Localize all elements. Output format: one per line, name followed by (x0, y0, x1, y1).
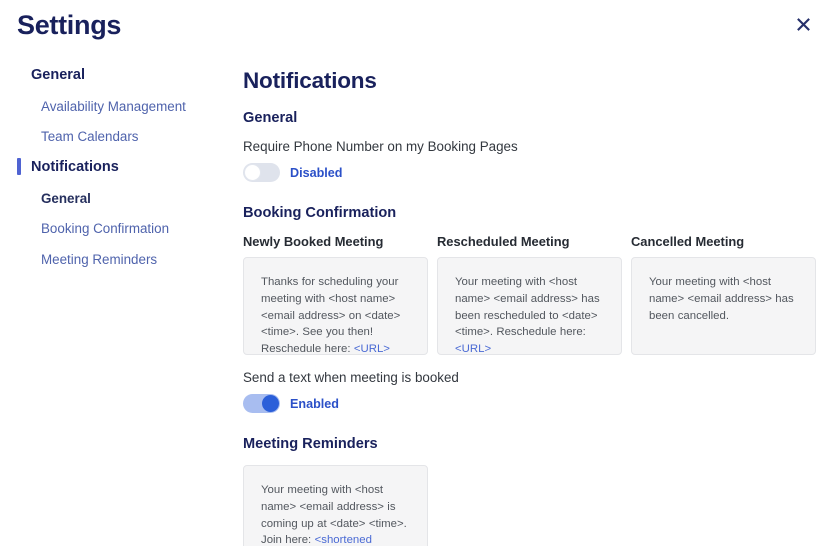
sidebar-item-label: Meeting Reminders (41, 251, 158, 267)
card-column-meeting-reminder: Your meeting with <host name> <email add… (243, 465, 428, 546)
send-text-label: Send a text when meeting is booked (243, 370, 459, 385)
require-phone-number-toggle-state: Disabled (290, 165, 343, 180)
card-heading: Cancelled Meeting (631, 234, 745, 249)
card-newly-booked-meeting[interactable]: Thanks for scheduling your meeting with … (243, 257, 428, 355)
send-text-toggle-state: Enabled (290, 396, 339, 411)
send-text-toggle-row: Enabled (243, 394, 816, 413)
main-page-title: Notifications (243, 68, 377, 93)
main-content: Notifications General Require Phone Numb… (243, 68, 816, 546)
sidebar-item-general[interactable]: General (0, 68, 232, 83)
card-heading: Rescheduled Meeting (437, 234, 570, 249)
sidebar-item-notifications[interactable]: Notifications (0, 158, 232, 176)
sidebar-item-label: Availability Management (41, 98, 186, 114)
sidebar-item-team-calendars[interactable]: Team Calendars (0, 130, 232, 143)
require-phone-number-label: Require Phone Number on my Booking Pages (243, 139, 518, 154)
card-cancelled-meeting[interactable]: Your meeting with <host name> <email add… (631, 257, 816, 355)
toggle-knob (262, 395, 279, 412)
card-rescheduled-meeting[interactable]: Your meeting with <host name> <email add… (437, 257, 622, 355)
card-column-newly-booked: Newly Booked Meeting Thanks for scheduli… (243, 234, 428, 355)
sidebar-item-availability-management[interactable]: Availability Management (0, 98, 232, 114)
card-column-cancelled: Cancelled Meeting Your meeting with <hos… (631, 234, 816, 355)
section-title-meeting-reminders: Meeting Reminders (243, 436, 378, 452)
sidebar-item-label: Booking Confirmation (41, 221, 170, 237)
section-title-general: General (243, 110, 298, 126)
sidebar-item-label: General (31, 67, 85, 83)
sidebar-item-label: Team Calendars (41, 128, 139, 144)
card-body-text: Your meeting with <host name> <email add… (649, 276, 794, 322)
close-icon[interactable] (792, 13, 814, 35)
require-phone-number-toggle-row: Disabled (243, 163, 816, 182)
section-title-booking-confirmation: Booking Confirmation (243, 205, 397, 221)
meeting-reminders-cards: Your meeting with <host name> <email add… (243, 465, 816, 546)
sidebar: General Availability Management Team Cal… (0, 68, 232, 283)
card-body-text: Your meeting with <host name> <email add… (455, 276, 600, 339)
toggle-knob (244, 164, 261, 181)
sidebar-item-notifications-general[interactable]: General (0, 192, 232, 205)
active-indicator-bar (17, 158, 21, 176)
booking-confirmation-cards: Newly Booked Meeting Thanks for scheduli… (243, 234, 816, 355)
card-meeting-reminder[interactable]: Your meeting with <host name> <email add… (243, 465, 428, 546)
sidebar-item-meeting-reminders[interactable]: Meeting Reminders (0, 251, 232, 267)
card-column-rescheduled: Rescheduled Meeting Your meeting with <h… (437, 234, 622, 355)
sidebar-item-booking-confirmation[interactable]: Booking Confirmation (0, 222, 232, 235)
card-heading: Newly Booked Meeting (243, 234, 384, 249)
sidebar-item-label: Notifications (31, 159, 119, 176)
sidebar-item-label: General (41, 190, 91, 206)
card-link[interactable]: <URL> (455, 343, 491, 354)
require-phone-number-toggle[interactable] (243, 163, 280, 182)
send-text-toggle[interactable] (243, 394, 280, 413)
page-title: Settings (17, 10, 122, 40)
card-link[interactable]: <URL> (354, 343, 390, 354)
